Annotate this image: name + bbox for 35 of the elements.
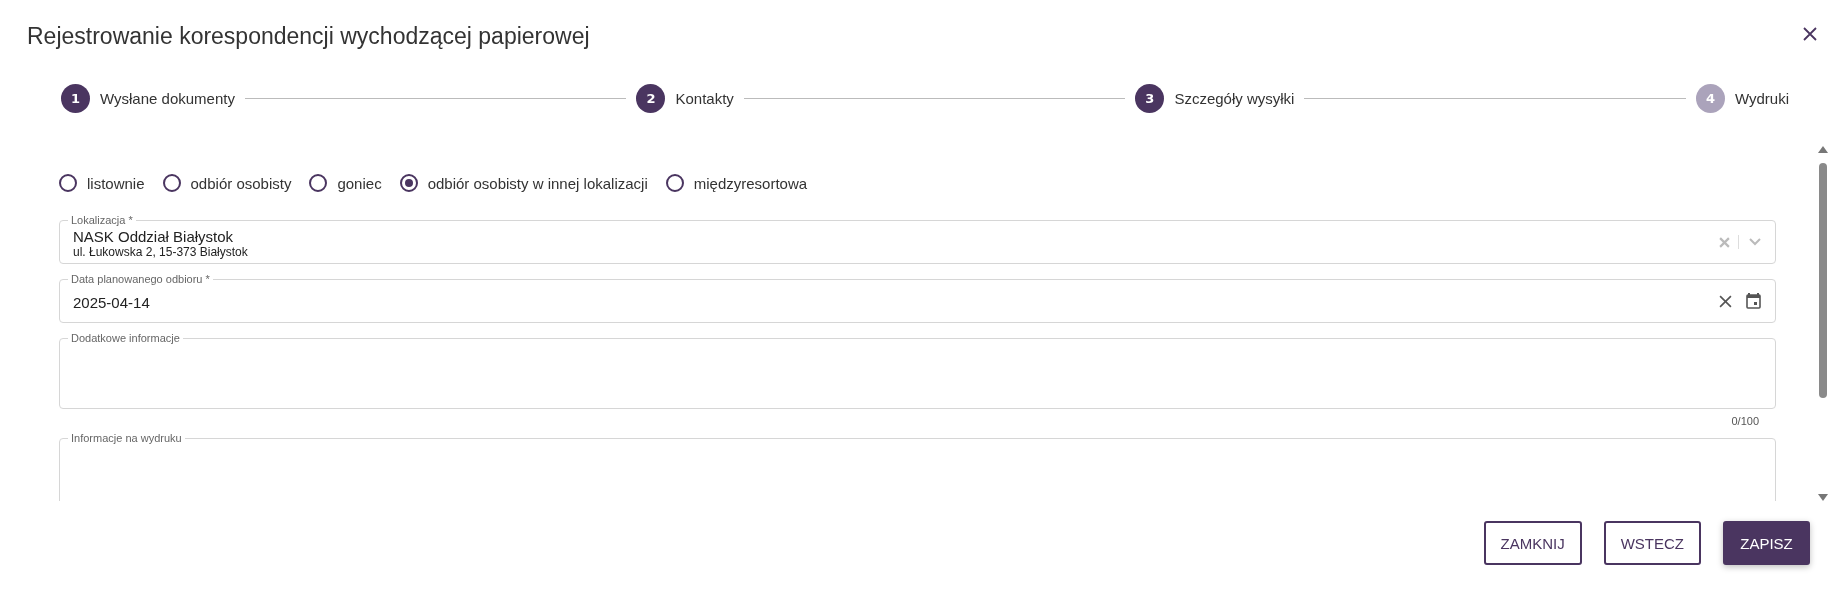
radio-icon[interactable] [309,174,328,192]
step-number: 3 [1135,83,1165,113]
calendar-icon[interactable] [1746,293,1761,309]
secondary-button[interactable]: ZAMKNIJ [1483,521,1582,565]
date-value: 2025-04-14 [73,293,150,311]
radio-icon[interactable] [399,174,418,192]
address-text: ul. Łukowska 2, 15-373 Białystok [73,244,248,259]
scrollbar-thumb[interactable] [1819,163,1827,398]
secondary-button[interactable]: WSTECZ [1603,521,1701,565]
radio-option[interactable]: goniec [309,174,382,192]
step-label: Kontakty [675,89,734,107]
step-number: 1 [61,83,90,113]
radio-option[interactable]: międzyresortowa [665,174,808,192]
scroll-down-icon[interactable] [1818,494,1828,501]
select-value: NASK Oddział Białystok [73,227,234,245]
radio-icon[interactable] [162,174,181,192]
field-label: Informacje na wydruku [68,431,185,445]
step-number: 2 [636,83,666,113]
radio-option[interactable]: odbiór osobisty w innej lokalizacji [399,174,648,192]
step-label: Szczegóły wysyłki [1174,89,1295,107]
field-label: Dodatkowe informacje [68,331,183,345]
step-label: Wydruki [1734,89,1789,107]
radio-icon[interactable] [59,174,77,192]
field-label: Lokalizacja * [68,213,136,227]
radio-option[interactable]: odbiór osobisty [162,174,292,192]
dialog-title: Rejestrowanie korespondencji wychodzącej papierowej [27,22,590,50]
clear-icon[interactable] [1719,294,1732,308]
step-label: Wysłane dokumenty [100,89,235,107]
scroll-up-icon[interactable] [1818,146,1828,153]
radio-icon[interactable] [665,174,684,192]
radio-option[interactable]: listownie [59,174,145,192]
save-button[interactable]: ZAPISZ [1723,521,1810,565]
field-label: Data planowanego odbioru * [68,272,213,286]
step-number: 4 [1695,83,1725,113]
character-counter: 0/100 [1731,415,1759,427]
